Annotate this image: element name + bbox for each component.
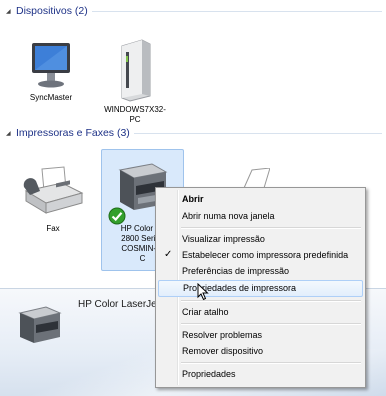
menu-separator: [181, 323, 361, 325]
device-label: SyncMaster: [29, 93, 73, 102]
menu-item-label: Propriedades: [182, 369, 236, 379]
printer-icon: [18, 306, 62, 343]
default-printer-check-icon: [108, 207, 126, 225]
group-divider: [91, 10, 382, 12]
menu-item-create-shortcut[interactable]: Criar atalho: [158, 304, 363, 321]
menu-item-set-default-printer[interactable]: ✓ Estabelecer como impressora predefinid…: [158, 247, 363, 264]
menu-separator: [181, 227, 361, 229]
menu-item-label: Estabelecer como impressora predefinida: [182, 250, 349, 260]
details-device-name: HP Color LaserJet: [78, 299, 160, 310]
collapse-triangle-icon[interactable]: ◢: [6, 8, 12, 15]
group-divider: [133, 132, 382, 134]
computer-tower-icon: [121, 39, 151, 102]
collapse-triangle-icon[interactable]: ◢: [6, 130, 12, 137]
menu-item-label: Resolver problemas: [182, 330, 263, 340]
device-label: Fax: [46, 224, 60, 233]
menu-item-label: Abrir numa nova janela: [182, 211, 275, 221]
menu-item-label: Abrir: [182, 194, 204, 204]
menu-item-label: Visualizar impressão: [182, 234, 265, 244]
checkmark-icon: ✓: [164, 249, 173, 260]
device-windows-pc[interactable]: WINDOWS7X32- PC: [95, 28, 175, 135]
menu-item-troubleshoot[interactable]: Resolver problemas: [158, 327, 363, 344]
menu-item-see-print-queue[interactable]: Visualizar impressão: [158, 231, 363, 248]
menu-separator: [181, 362, 361, 364]
menu-item-printing-preferences[interactable]: Preferências de impressão: [158, 263, 363, 280]
monitor-icon: [32, 43, 70, 88]
device-label: WINDOWS7X32- PC: [104, 105, 166, 124]
menu-item-label: Remover dispositivo: [182, 346, 264, 356]
menu-item-printer-properties[interactable]: Propriedades de impressora: [158, 280, 363, 297]
menu-item-open-new-window[interactable]: Abrir numa nova janela: [158, 208, 363, 225]
device-syncmaster[interactable]: SyncMaster: [16, 40, 86, 103]
menu-item-label: Preferências de impressão: [182, 266, 290, 276]
printer-fax[interactable]: Fax: [18, 165, 88, 234]
menu-item-properties[interactable]: Propriedades: [158, 366, 363, 383]
devices-group-header[interactable]: ◢ Dispositivos (2): [6, 4, 382, 18]
printers-group-header[interactable]: ◢ Impressoras e Faxes (3): [6, 126, 382, 140]
menu-item-remove-device[interactable]: Remover dispositivo: [158, 343, 363, 360]
devices-group-title: Dispositivos (2): [16, 5, 88, 17]
fax-icon: [23, 166, 84, 214]
menu-item-open[interactable]: Abrir: [158, 191, 363, 208]
menu-item-label: Criar atalho: [182, 307, 229, 317]
printers-group-title: Impressoras e Faxes (3): [16, 127, 130, 139]
mouse-pointer-icon: [197, 283, 209, 301]
context-menu: Abrir Abrir numa nova janela Visualizar …: [155, 187, 366, 388]
